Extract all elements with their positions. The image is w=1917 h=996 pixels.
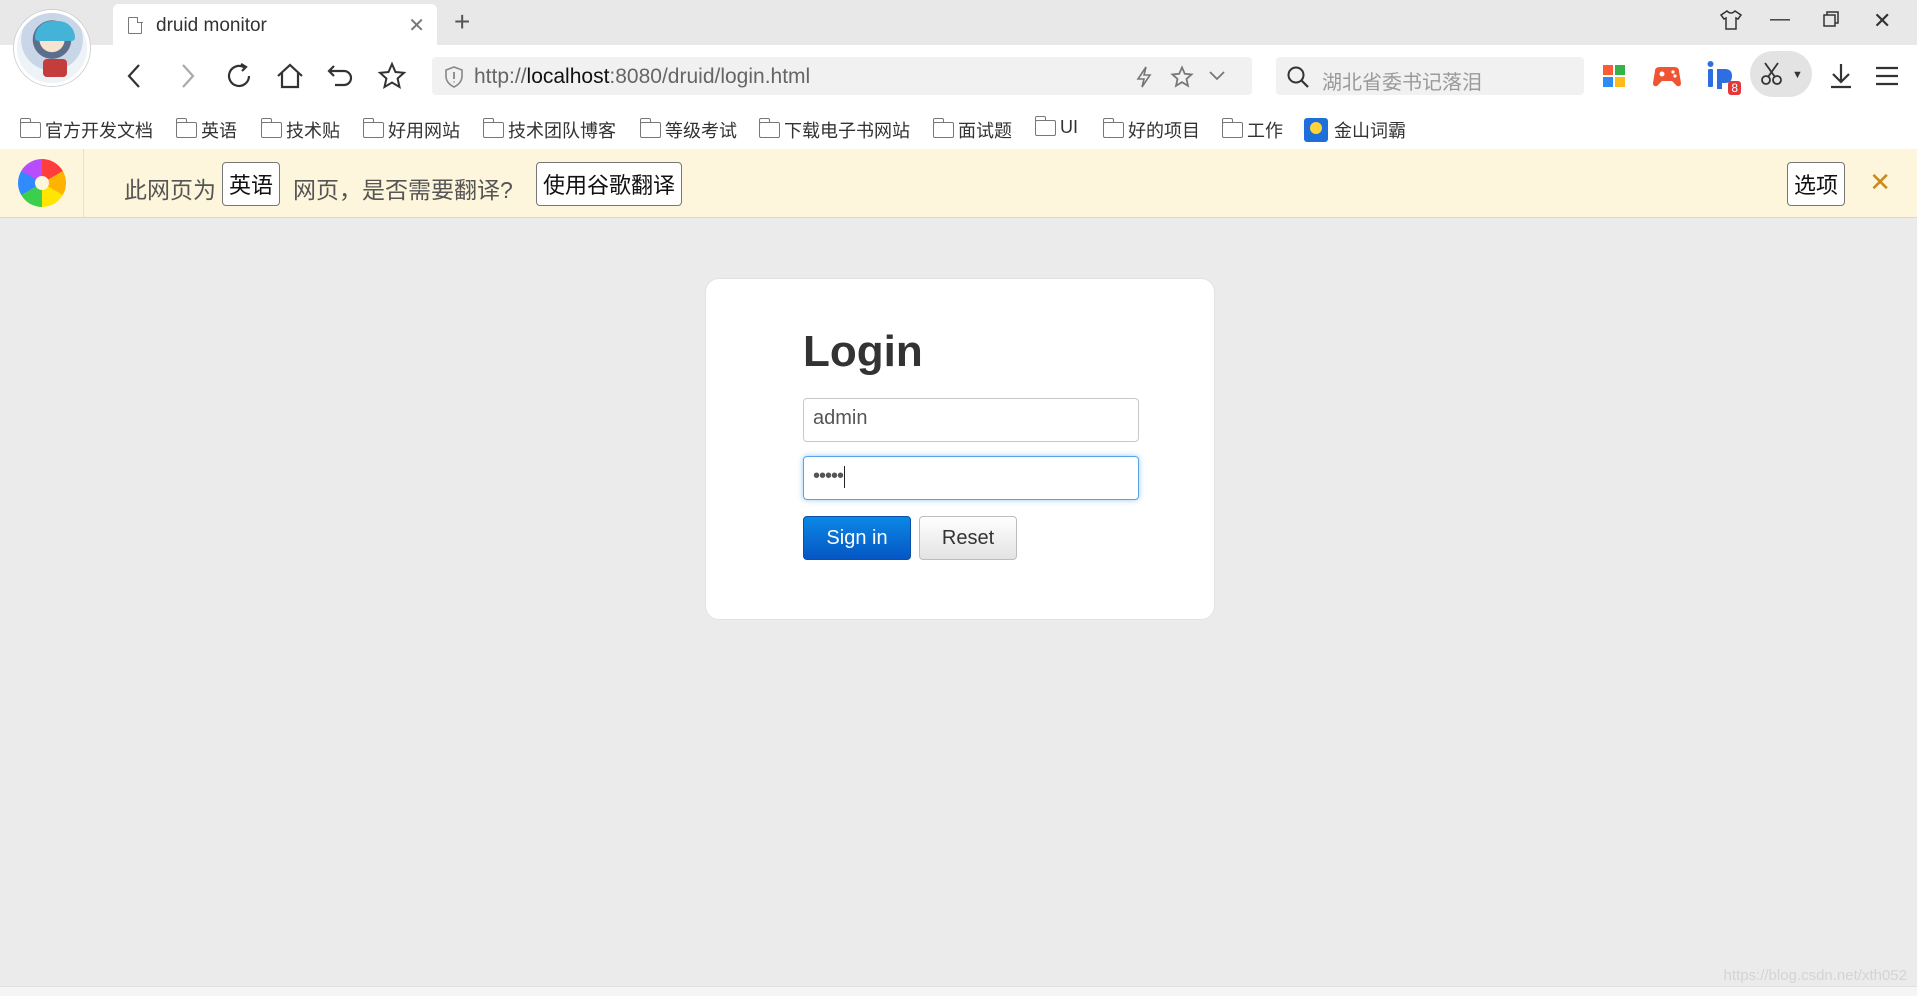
- bookmark-label: 下载电子书网站: [784, 121, 910, 141]
- bookmark-item[interactable]: 等级考试: [639, 117, 737, 143]
- reload-icon[interactable]: [222, 59, 256, 93]
- bookmark-label: 技术贴: [286, 121, 340, 141]
- translate-options-button[interactable]: 选项: [1787, 162, 1846, 206]
- home-icon[interactable]: [273, 59, 307, 93]
- dropdown-caret-icon[interactable]: ▼: [1792, 69, 1803, 81]
- text-cursor: [844, 465, 846, 488]
- language-select[interactable]: 英语: [222, 162, 281, 206]
- folder-icon: [1102, 118, 1124, 138]
- folder-icon: [639, 118, 661, 138]
- bookmark-item[interactable]: 面试题: [932, 117, 1012, 143]
- login-heading: Login: [803, 327, 923, 376]
- apps-grid-icon[interactable]: [1597, 59, 1631, 93]
- kingsoft-icon: [1304, 118, 1328, 142]
- status-bar: [0, 986, 1917, 996]
- translate-logo: [0, 149, 84, 217]
- menu-icon[interactable]: [1870, 59, 1904, 93]
- ip-extension-icon[interactable]: 8: [1703, 59, 1741, 95]
- google-translate-button[interactable]: 使用谷歌翻译: [536, 162, 683, 206]
- translate-question: 网页，是否需要翻译?: [293, 177, 513, 203]
- username-value: admin: [813, 407, 868, 429]
- favorite-star-icon[interactable]: [375, 59, 409, 93]
- tab-close-icon[interactable]: ✕: [408, 13, 425, 38]
- user-avatar[interactable]: [14, 10, 90, 86]
- translate-bar: 此网页为 英语 网页，是否需要翻译? 使用谷歌翻译 选项 ✕: [0, 149, 1917, 218]
- password-input[interactable]: •••••: [803, 456, 1139, 500]
- bookmarks-bar: 官方开发文档 英语 技术贴 好用网站 技术团队博客 等级考试 下载电子书网站 面…: [0, 105, 1917, 149]
- folder-icon: [1221, 118, 1243, 138]
- username-input[interactable]: admin: [803, 398, 1139, 442]
- sign-in-button[interactable]: Sign in: [803, 516, 911, 560]
- search-placeholder: 湖北省委书记落泪: [1322, 72, 1482, 94]
- page-content: Login admin ••••• Sign in Reset: [0, 218, 1917, 986]
- address-url[interactable]: http://localhost:8080/druid/login.html: [474, 65, 810, 89]
- translate-prefix: 此网页为: [124, 177, 216, 203]
- bookmark-item[interactable]: 金山词霸: [1304, 117, 1406, 143]
- bookmark-label: UI: [1060, 117, 1078, 137]
- folder-icon: [758, 118, 780, 138]
- address-bar[interactable]: http://localhost:8080/druid/login.html: [432, 57, 1252, 95]
- bookmark-item[interactable]: 技术团队博客: [482, 117, 616, 143]
- forward-icon[interactable]: [170, 59, 204, 93]
- bookmark-label: 等级考试: [665, 121, 737, 141]
- folder-icon: [362, 118, 384, 138]
- search-box[interactable]: 湖北省委书记落泪: [1276, 57, 1584, 95]
- lightning-icon[interactable]: [1134, 65, 1154, 94]
- skin-icon[interactable]: [1719, 10, 1743, 36]
- bookmark-item[interactable]: UI: [1034, 115, 1078, 138]
- bookmark-item[interactable]: 工作: [1221, 117, 1283, 143]
- bookmark-label: 技术团队博客: [508, 121, 616, 141]
- back-icon[interactable]: [118, 59, 152, 93]
- folder-icon: [175, 118, 197, 138]
- chevron-down-icon[interactable]: [1208, 69, 1226, 87]
- tab-druid-monitor[interactable]: druid monitor ✕: [113, 4, 437, 45]
- bookmark-item[interactable]: 官方开发文档: [19, 117, 153, 143]
- bookmark-label: 好用网站: [388, 121, 460, 141]
- page-icon: [128, 16, 143, 34]
- scissors-icon: [1760, 61, 1786, 92]
- bookmark-label: 好的项目: [1128, 121, 1200, 141]
- bookmark-item[interactable]: 技术贴: [260, 117, 340, 143]
- bookmark-item[interactable]: 好的项目: [1102, 117, 1200, 143]
- window-close-icon[interactable]: ✕: [1873, 8, 1891, 34]
- password-value: •••••: [813, 465, 844, 487]
- navigation-bar: http://localhost:8080/druid/login.html 湖…: [0, 45, 1917, 105]
- bookmark-label: 工作: [1247, 121, 1283, 141]
- folder-icon: [482, 118, 504, 138]
- folder-icon: [19, 118, 41, 138]
- bookmark-item[interactable]: 好用网站: [362, 117, 460, 143]
- undo-close-icon[interactable]: [324, 59, 358, 93]
- watermark: https://blog.csdn.net/xth052: [1723, 967, 1907, 984]
- reset-button[interactable]: Reset: [919, 516, 1017, 560]
- browser-logo-icon: [17, 159, 66, 207]
- search-icon: [1286, 65, 1310, 94]
- bookmark-label: 官方开发文档: [45, 121, 153, 141]
- folder-icon: [1034, 115, 1056, 136]
- bookmark-item[interactable]: 英语: [175, 117, 237, 143]
- translate-close-icon[interactable]: ✕: [1869, 167, 1891, 198]
- bookmark-item[interactable]: 下载电子书网站: [758, 117, 910, 143]
- tab-strip: druid monitor ✕ + — ✕: [0, 0, 1917, 86]
- bookmark-label: 英语: [201, 121, 237, 141]
- bookmark-star-icon[interactable]: [1170, 65, 1194, 94]
- new-tab-icon[interactable]: +: [454, 6, 470, 38]
- game-controller-icon[interactable]: [1650, 59, 1684, 93]
- minimize-icon[interactable]: —: [1770, 8, 1790, 31]
- restore-icon[interactable]: [1822, 10, 1840, 34]
- security-shield-icon[interactable]: [444, 66, 464, 93]
- bookmark-label: 金山词霸: [1334, 121, 1406, 141]
- folder-icon: [260, 118, 282, 138]
- tab-title: druid monitor: [156, 15, 267, 36]
- login-card: Login admin ••••• Sign in Reset: [705, 278, 1215, 620]
- folder-icon: [932, 118, 954, 138]
- extension-badge: 8: [1728, 81, 1741, 95]
- download-icon[interactable]: [1824, 59, 1858, 93]
- screenshot-button[interactable]: ▼: [1750, 51, 1812, 97]
- bookmark-label: 面试题: [958, 121, 1012, 141]
